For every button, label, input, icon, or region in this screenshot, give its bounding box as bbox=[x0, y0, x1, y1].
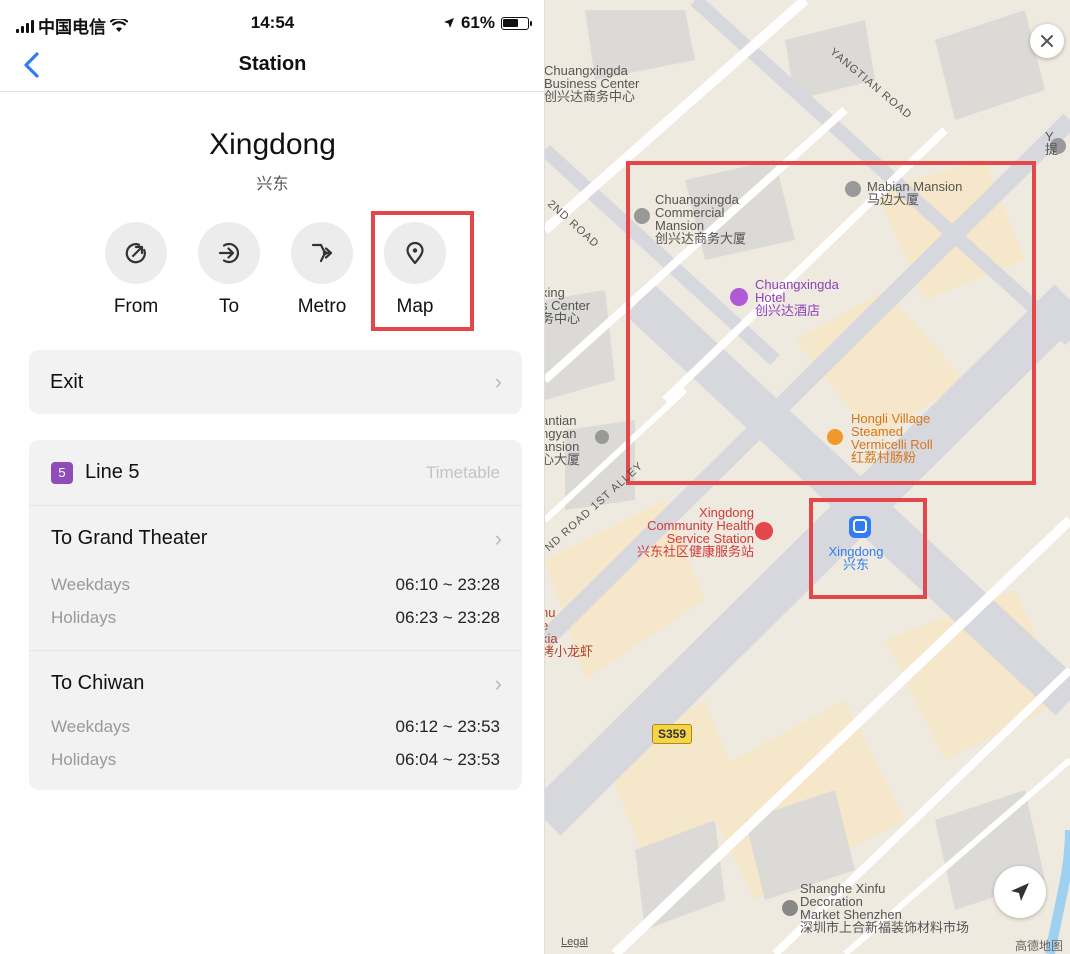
from-button[interactable]: From bbox=[96, 222, 176, 318]
building-icon bbox=[634, 208, 650, 224]
chevron-right-icon: › bbox=[494, 671, 502, 696]
station-panel: 中国电信 14:54 61% Station Xingdong 兴东 From … bbox=[0, 0, 545, 954]
location-arrow-icon bbox=[443, 18, 454, 28]
direction-chiwan[interactable]: To Chiwan › Weekdays 06:12 ~ 23:53 Holid… bbox=[29, 651, 522, 790]
line-name: Line 5 bbox=[85, 461, 140, 483]
direction-name: To Grand Theater bbox=[51, 527, 208, 549]
arrow-up-right-circle-icon bbox=[125, 243, 146, 264]
market-icon bbox=[782, 900, 798, 916]
building-icon bbox=[845, 181, 861, 197]
map-label-health: Xingdong Community Health Service Statio… bbox=[636, 505, 754, 559]
schedule-label: Weekdays bbox=[51, 575, 131, 594]
exit-row[interactable]: Exit › bbox=[29, 350, 522, 414]
schedule-time: 06:04 ~ 23:53 bbox=[395, 750, 500, 769]
battery-percent: 61% bbox=[460, 13, 495, 32]
station-name-cn: 兴东 bbox=[256, 176, 289, 193]
line-card: 5 Line 5 Timetable To Grand Theater › We… bbox=[29, 440, 522, 790]
schedule-time: 06:12 ~ 23:53 bbox=[395, 717, 500, 736]
locate-me-button[interactable] bbox=[994, 866, 1046, 918]
metro-label: Metro bbox=[297, 296, 347, 317]
schedule-time: 06:10 ~ 23:28 bbox=[395, 575, 500, 594]
timetable-link[interactable]: Timetable bbox=[426, 463, 500, 483]
hospital-icon bbox=[755, 522, 773, 540]
map-label-antian: antian ngyan ansion 心大厦 bbox=[545, 413, 581, 467]
line-badge: 5 bbox=[51, 462, 73, 484]
schedule-label: Holidays bbox=[51, 608, 117, 627]
metro-button[interactable]: Metro bbox=[282, 222, 362, 318]
close-icon bbox=[1041, 35, 1053, 47]
legal-link[interactable]: Legal bbox=[561, 936, 588, 949]
map-attribution: 高德地图 bbox=[1015, 939, 1064, 953]
direction-grand-theater[interactable]: To Grand Theater › Weekdays 06:10 ~ 23:2… bbox=[29, 506, 522, 650]
map-label-hongli: Hongli Village Steamed Vermicelli Roll 红… bbox=[851, 411, 933, 465]
schedule-label: Holidays bbox=[51, 750, 117, 769]
map-label-mabian: Mabian Mansion 马边大厦 bbox=[867, 179, 963, 207]
map-label-station: Xingdong 兴东 bbox=[828, 544, 884, 572]
close-button[interactable] bbox=[1030, 24, 1064, 58]
metro-junction-icon bbox=[311, 243, 333, 263]
building-icon bbox=[595, 430, 609, 444]
battery-icon bbox=[501, 16, 532, 30]
exit-label: Exit bbox=[50, 371, 84, 393]
hotel-icon bbox=[730, 288, 748, 306]
chevron-right-icon: › bbox=[494, 369, 502, 394]
map-label-shanghe: Shanghe Xinfu Decoration Market Shenzhen… bbox=[800, 881, 970, 935]
map-label-hu: hu e xia 烤小龙虾 bbox=[545, 605, 594, 659]
to-button[interactable]: To bbox=[189, 222, 269, 318]
highway-shield: S359 bbox=[652, 724, 693, 744]
station-name: Xingdong bbox=[209, 128, 336, 161]
page-title: Station bbox=[238, 53, 307, 75]
map-label-business-center: Chuangxingda Business Center 创兴达商务中心 bbox=[545, 63, 640, 104]
map-button-highlight bbox=[371, 211, 474, 331]
location-arrow-icon bbox=[1011, 883, 1029, 901]
schedule-time: 06:23 ~ 23:28 bbox=[395, 608, 500, 627]
map-label-partial-center: xing s Center 务中心 bbox=[545, 285, 591, 326]
direction-name: To Chiwan bbox=[51, 672, 145, 694]
chevron-right-icon: › bbox=[494, 526, 502, 551]
line-header: 5 Line 5 Timetable bbox=[29, 440, 522, 506]
navigation-bar: Station bbox=[0, 40, 545, 92]
to-label: To bbox=[218, 296, 240, 317]
map-label-commercial-mansion: Chuangxingda Commercial Mansion 创兴达商务大厦 bbox=[655, 192, 747, 246]
status-bar: 中国电信 14:54 61% bbox=[0, 0, 545, 40]
map-label-top-right: Y 提 bbox=[1045, 129, 1059, 157]
schedule-label: Weekdays bbox=[51, 717, 131, 736]
from-label: From bbox=[113, 296, 159, 317]
map-view[interactable]: Chuangxingda Business Center 创兴达商务中心 Chu… bbox=[545, 0, 1070, 954]
restaurant-icon bbox=[827, 429, 843, 445]
arrow-right-circle-icon bbox=[218, 242, 240, 264]
map-label-hotel: Chuangxingda Hotel 创兴达酒店 bbox=[755, 277, 839, 318]
